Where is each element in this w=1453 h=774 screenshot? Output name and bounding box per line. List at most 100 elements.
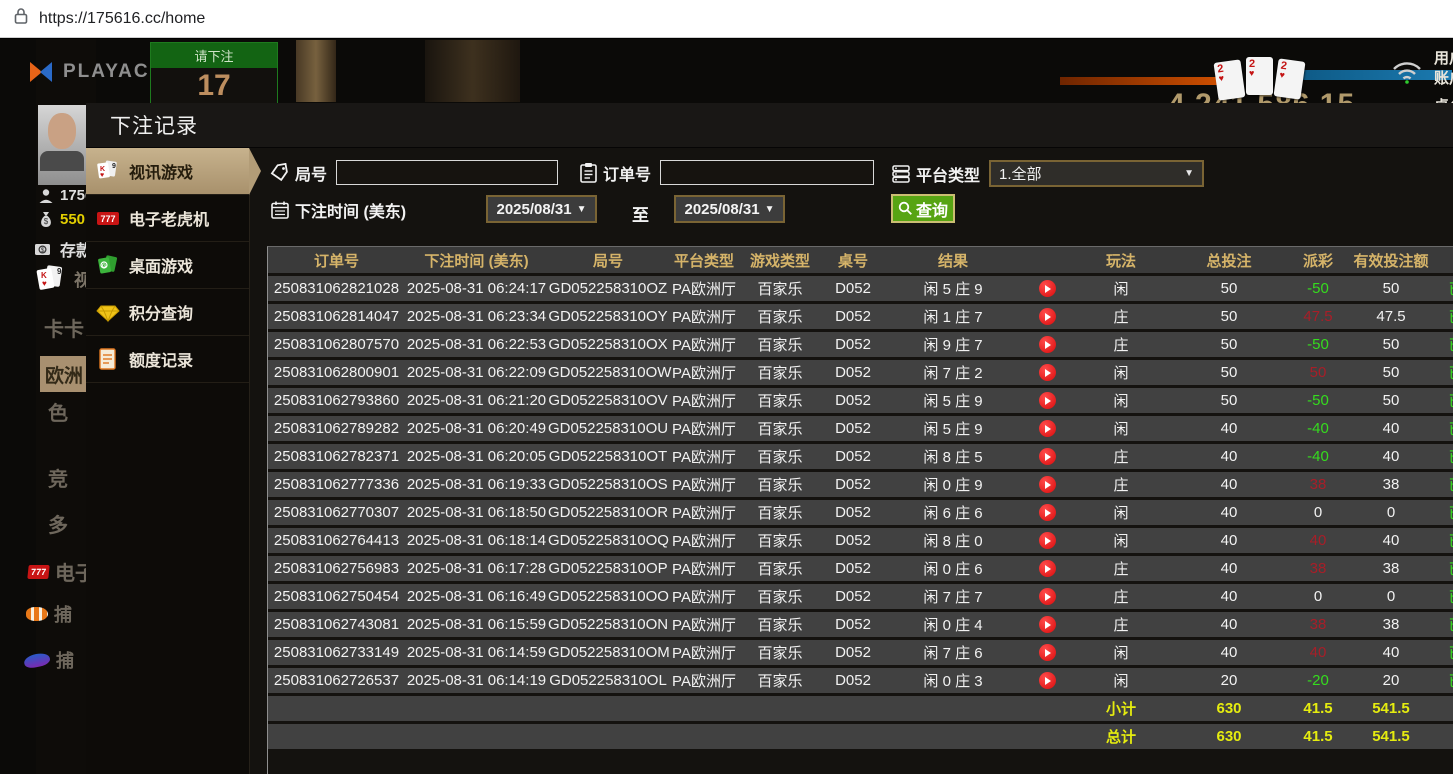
cell-valid: 20 bbox=[1346, 672, 1436, 689]
cell-game: 百家乐 bbox=[740, 334, 820, 355]
bet-timer-label: 请下注 bbox=[151, 43, 277, 68]
cell-result: 闲 0 庄 6 bbox=[886, 558, 1020, 579]
dealt-cards: 2♥ 2♥ 2♥ bbox=[1216, 57, 1311, 102]
sidebar-item-points[interactable]: 积分查询 bbox=[86, 289, 249, 336]
replay-play-icon[interactable] bbox=[1039, 336, 1056, 353]
cell-valid: 50 bbox=[1346, 392, 1436, 409]
table-row: 2508310628140472025-08-31 06:23:34GD0522… bbox=[268, 304, 1453, 329]
lobby-tab-fishing-2[interactable]: 捕 bbox=[24, 647, 74, 673]
deposit-row[interactable]: $ 存款 bbox=[34, 237, 92, 261]
cell-status: 已结算 bbox=[1436, 390, 1453, 411]
cell-total: 40 bbox=[1168, 420, 1290, 437]
cell-table: D052 bbox=[820, 672, 886, 689]
cell-round: GD052258310OZ bbox=[548, 280, 668, 297]
table-row: 2508310627265372025-08-31 06:14:19GD0522… bbox=[268, 668, 1453, 693]
background-decor bbox=[425, 40, 520, 102]
round-input[interactable] bbox=[336, 160, 558, 185]
replay-play-icon[interactable] bbox=[1039, 644, 1056, 661]
cell-time: 2025-08-31 06:15:59 bbox=[405, 616, 548, 633]
cell-game: 百家乐 bbox=[740, 586, 820, 607]
replay-play-icon[interactable] bbox=[1039, 672, 1056, 689]
table-row: 2508310627331492025-08-31 06:14:59GD0522… bbox=[268, 640, 1453, 665]
platform-select[interactable]: 1.全部 ▼ bbox=[989, 160, 1204, 187]
svg-text:♥: ♥ bbox=[100, 172, 104, 179]
url-text[interactable]: https://175616.cc/home bbox=[39, 10, 205, 28]
cell-side: 庄 bbox=[1074, 558, 1168, 579]
sidebar-item-video-games[interactable]: 9 K ♥ 视讯游戏 bbox=[86, 148, 249, 195]
cell-game: 百家乐 bbox=[740, 446, 820, 467]
sidebar-item-table-games[interactable]: G 桌面游戏 bbox=[86, 242, 249, 289]
replay-play-icon[interactable] bbox=[1039, 616, 1056, 633]
cell-game: 百家乐 bbox=[740, 642, 820, 663]
user-menu-item[interactable]: 用户 bbox=[1434, 47, 1453, 68]
round-filter-label: 局号 bbox=[295, 161, 327, 185]
replay-play-icon[interactable] bbox=[1039, 560, 1056, 577]
sidebar-item-label: 积分查询 bbox=[129, 300, 193, 324]
sidebar-item-slots[interactable]: 777 电子老虎机 bbox=[86, 195, 249, 242]
search-button[interactable]: 查询 bbox=[891, 194, 955, 223]
cell-side: 庄 bbox=[1074, 586, 1168, 607]
replay-play-icon[interactable] bbox=[1039, 420, 1056, 437]
date-to-picker[interactable]: 2025/08/31 ▼ bbox=[674, 195, 785, 223]
lobby-tab-jing[interactable]: 竞 bbox=[48, 463, 68, 492]
cell-table: D052 bbox=[820, 504, 886, 521]
table-row: 2508310627644132025-08-31 06:18:14GD0522… bbox=[268, 528, 1453, 553]
sidebar-item-credit-records[interactable]: 额度记录 bbox=[86, 336, 249, 383]
cell-order: 250831062743081 bbox=[268, 616, 405, 633]
cell-table: D052 bbox=[820, 560, 886, 577]
table-row: 2508310627892822025-08-31 06:20:49GD0522… bbox=[268, 416, 1453, 441]
modal-content: 局号 订单号 平台类型 1.全部 ▼ 下注时间 (美东) bbox=[250, 148, 1453, 774]
cell-round: GD052258310OM bbox=[548, 644, 668, 661]
cell-time: 2025-08-31 06:16:49 bbox=[405, 588, 548, 605]
cell-result: 闲 0 庄 4 bbox=[886, 614, 1020, 635]
cell-total: 630 bbox=[1168, 700, 1290, 717]
cell-time: 2025-08-31 06:23:34 bbox=[405, 308, 548, 325]
replay-play-icon[interactable] bbox=[1039, 364, 1056, 381]
replay-play-icon[interactable] bbox=[1039, 532, 1056, 549]
account-menu-item[interactable]: 账户 bbox=[1434, 67, 1453, 88]
lobby-tab-kaka[interactable]: 卡卡 bbox=[44, 313, 84, 342]
cell-total: 40 bbox=[1168, 616, 1290, 633]
replay-play-icon[interactable] bbox=[1039, 504, 1056, 521]
cell-order: 250831062782371 bbox=[268, 448, 405, 465]
lobby-tab-fishing-1[interactable]: 捕 bbox=[26, 601, 72, 627]
browser-address-bar[interactable]: https://175616.cc/home bbox=[0, 0, 1453, 38]
background-decor bbox=[296, 40, 336, 102]
cell-round: GD052258310OQ bbox=[548, 532, 668, 549]
cell-order: 250831062789282 bbox=[268, 420, 405, 437]
lobby-tab-duo[interactable]: 多 bbox=[48, 509, 68, 538]
cell-total: 40 bbox=[1168, 560, 1290, 577]
cell-payout: -20 bbox=[1290, 672, 1346, 689]
cell-play bbox=[1020, 364, 1074, 382]
bluefish-icon bbox=[23, 651, 51, 669]
balance-text: 550. bbox=[60, 211, 89, 228]
table-row: 2508310627569832025-08-31 06:17:28GD0522… bbox=[268, 556, 1453, 581]
cell-time: 2025-08-31 06:14:19 bbox=[405, 672, 548, 689]
date-to-value: 2025/08/31 bbox=[685, 201, 760, 218]
cell-total: 50 bbox=[1168, 392, 1290, 409]
order-input[interactable] bbox=[660, 160, 874, 185]
avatar bbox=[38, 105, 86, 185]
lobby-tab-se[interactable]: 色 bbox=[48, 397, 68, 426]
cell-order: 250831062756983 bbox=[268, 560, 405, 577]
replay-play-icon[interactable] bbox=[1039, 308, 1056, 325]
lobby-tab-slots[interactable]: 777 电子 bbox=[28, 557, 95, 586]
cell-table: D052 bbox=[820, 532, 886, 549]
cell-result: 闲 8 庄 0 bbox=[886, 530, 1020, 551]
cell-result: 闲 1 庄 7 bbox=[886, 306, 1020, 327]
cell-round: GD052258310OS bbox=[548, 476, 668, 493]
replay-play-icon[interactable] bbox=[1039, 448, 1056, 465]
replay-play-icon[interactable] bbox=[1039, 588, 1056, 605]
cell-payout: 50 bbox=[1290, 364, 1346, 381]
replay-play-icon[interactable] bbox=[1039, 476, 1056, 493]
cell-table: D052 bbox=[820, 420, 886, 437]
cell-game: 百家乐 bbox=[740, 502, 820, 523]
replay-play-icon[interactable] bbox=[1039, 280, 1056, 297]
cell-valid: 40 bbox=[1346, 448, 1436, 465]
replay-play-icon[interactable] bbox=[1039, 392, 1056, 409]
cell-side: 闲 bbox=[1074, 670, 1168, 691]
date-from-picker[interactable]: 2025/08/31 ▼ bbox=[486, 195, 597, 223]
cell-time: 2025-08-31 06:17:28 bbox=[405, 560, 548, 577]
cell-round: GD052258310OV bbox=[548, 392, 668, 409]
video-tab-partial[interactable]: 9 K ♥ 视 bbox=[36, 265, 91, 292]
